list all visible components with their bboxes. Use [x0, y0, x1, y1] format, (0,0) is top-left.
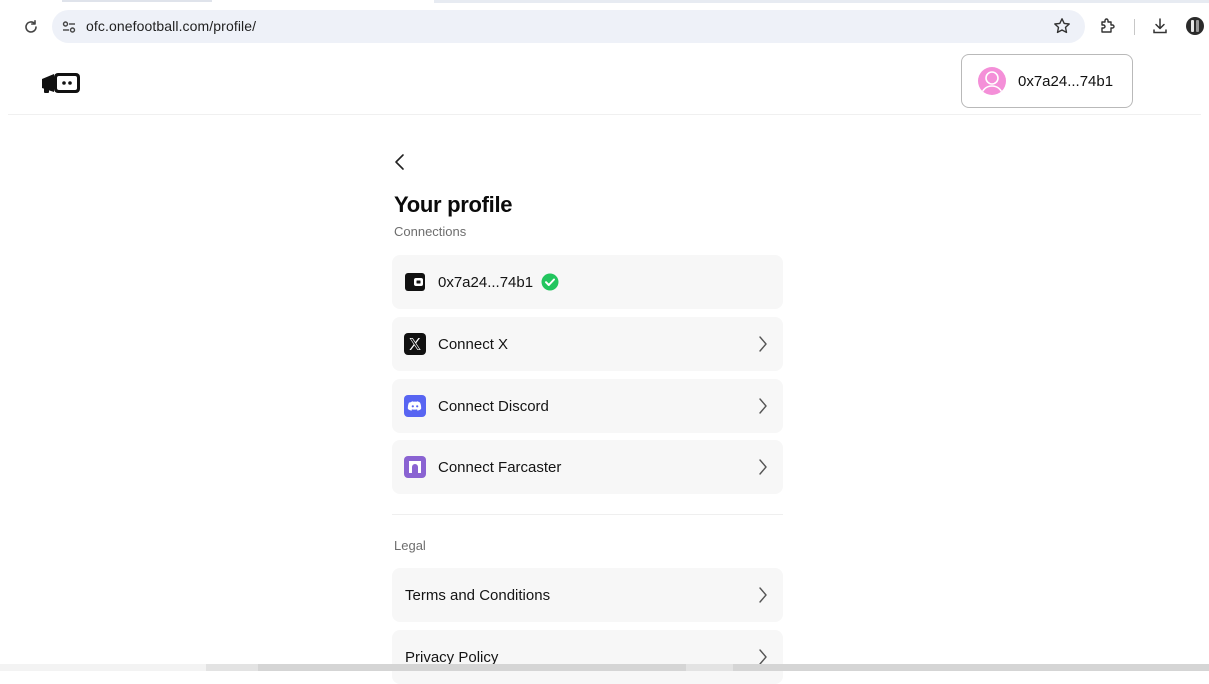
terms-label: Terms and Conditions — [405, 586, 551, 604]
download-icon[interactable] — [1150, 16, 1170, 36]
privacy-label: Privacy Policy — [405, 648, 499, 666]
browser-tab-strip — [0, 0, 1209, 8]
chevron-right-icon — [757, 335, 769, 353]
chevron-right-icon — [757, 586, 769, 604]
taskbar-segment — [0, 664, 206, 671]
connect-discord-row[interactable]: Connect Discord — [392, 379, 783, 433]
taskbar-segment — [258, 664, 686, 671]
discord-icon — [404, 395, 426, 417]
back-button[interactable] — [392, 148, 416, 176]
taskbar-segment — [733, 664, 1209, 671]
connect-farcaster-label: Connect Farcaster — [438, 458, 562, 476]
connect-discord-label: Connect Discord — [438, 397, 549, 415]
tab-edge — [62, 0, 212, 2]
terms-row[interactable]: Terms and Conditions — [392, 568, 783, 622]
chevron-right-icon — [757, 397, 769, 415]
connect-x-row[interactable]: Connect X — [392, 317, 783, 371]
reload-icon[interactable] — [22, 18, 40, 36]
profile-icon[interactable] — [1184, 15, 1206, 37]
connect-x-label: Connect X — [438, 335, 509, 353]
site-info-icon[interactable] — [60, 18, 78, 36]
avatar — [978, 67, 1006, 95]
wallet-icon — [404, 271, 426, 293]
privacy-row[interactable]: Privacy Policy — [392, 630, 783, 684]
extensions-icon[interactable] — [1097, 16, 1117, 36]
legal-label: Legal — [394, 538, 426, 553]
toolbar-divider — [1134, 19, 1135, 35]
wallet-address: 0x7a24...74b1 — [1018, 72, 1114, 90]
onefootball-logo[interactable] — [40, 70, 84, 96]
header-divider — [8, 114, 1201, 115]
star-icon[interactable] — [1052, 16, 1072, 36]
taskbar-strip — [0, 664, 1209, 671]
connections-label: Connections — [394, 224, 467, 239]
connect-farcaster-row[interactable]: Connect Farcaster — [392, 440, 783, 494]
page-title: Your profile — [394, 192, 513, 217]
section-divider — [392, 514, 783, 515]
check-icon — [541, 273, 559, 291]
chevron-right-icon — [757, 458, 769, 476]
x-logo-icon — [404, 333, 426, 355]
farcaster-icon — [404, 456, 426, 478]
wallet-row-address: 0x7a24...74b1 — [438, 273, 534, 291]
wallet-connection-row: 0x7a24...74b1 — [392, 255, 783, 309]
wallet-account-button[interactable]: 0x7a24...74b1 — [961, 54, 1133, 108]
url-text[interactable]: ofc.onefootball.com/profile/ — [86, 18, 256, 34]
address-bar[interactable]: ofc.onefootball.com/profile/ — [52, 10, 1085, 43]
chevron-left-icon — [395, 154, 404, 170]
tab-edge — [434, 0, 1209, 3]
site-header: 0x7a24...74b1 — [0, 46, 1209, 114]
browser-toolbar: ofc.onefootball.com/profile/ — [0, 8, 1209, 46]
